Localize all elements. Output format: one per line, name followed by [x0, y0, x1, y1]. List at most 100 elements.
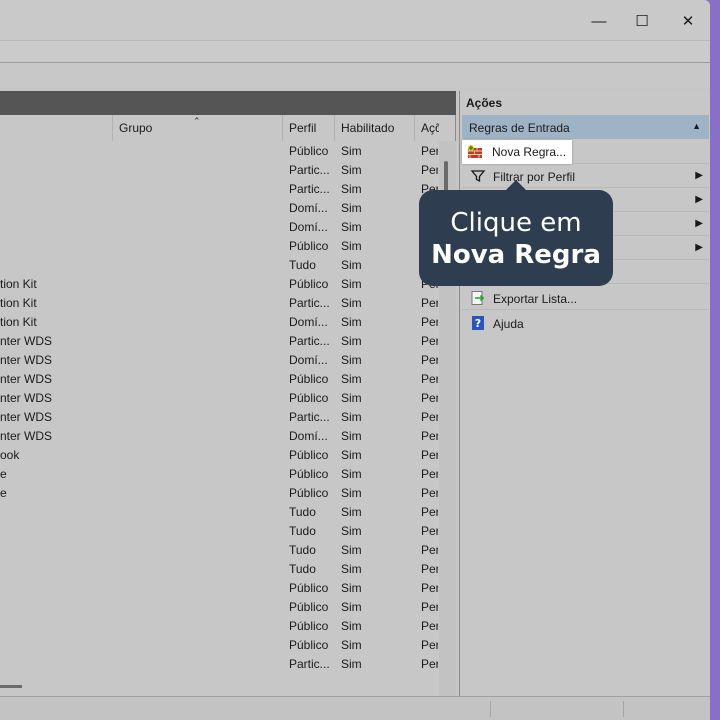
column-header-profile[interactable]: Perfil: [283, 115, 335, 141]
table-row[interactable]: PúblicoSimPer: [0, 616, 438, 635]
cell-enabled: Sim: [341, 600, 362, 614]
menu-bar: [0, 40, 710, 62]
actions-section-header[interactable]: Regras de Entrada ▲: [462, 115, 709, 139]
table-row[interactable]: TudoSimPer: [0, 502, 438, 521]
cell-action: Per: [421, 638, 438, 652]
column-header-enabled[interactable]: Habilitado: [335, 115, 415, 141]
action-filter-by-profile[interactable]: Filtrar por Perfil ▶: [462, 164, 709, 188]
table-row[interactable]: TudoSimPer: [0, 559, 438, 578]
column-header-action-label: Açõ: [421, 121, 439, 135]
sort-ascending-icon: ⌃: [193, 116, 201, 126]
cell-profile: Tudo: [289, 524, 316, 538]
close-button[interactable]: ✕: [675, 8, 701, 34]
cell-enabled: Sim: [341, 581, 362, 595]
status-divider: [623, 701, 624, 717]
cell-profile: Público: [289, 581, 329, 595]
action-help[interactable]: ? Ajuda: [462, 311, 709, 335]
cell-enabled: Sim: [341, 201, 362, 215]
cell-enabled: Sim: [341, 543, 362, 557]
table-row[interactable]: nter WDS Partic... Sim Per: [0, 407, 438, 426]
cell-profile: Tudo: [289, 505, 316, 519]
table-row[interactable]: nter WDS Domí... Sim Per: [0, 426, 438, 445]
column-header-name[interactable]: [0, 115, 113, 141]
help-icon: ?: [470, 315, 486, 331]
cell-name: nter WDS: [0, 410, 53, 424]
table-row[interactable]: PúblicoSimPer: [0, 141, 438, 160]
filter-icon: [470, 168, 486, 184]
action-help-label: Ajuda: [493, 317, 524, 331]
table-row[interactable]: nter WDS Domí... Sim Per: [0, 350, 438, 369]
actions-pane: Ações Regras de Entrada ▲ Filtrar por Pe…: [459, 91, 710, 696]
table-row[interactable]: PúblicoSimPer: [0, 236, 438, 255]
status-divider: [490, 701, 491, 717]
cell-profile: Público: [289, 144, 329, 158]
cell-action: Per: [421, 543, 438, 557]
action-export-list[interactable]: Exportar Lista...: [462, 286, 709, 310]
table-row[interactable]: nter WDS Público Sim Per: [0, 369, 438, 388]
table-row[interactable]: nter WDS Público Sim Per: [0, 388, 438, 407]
table-row[interactable]: Partic... Sim Per: [0, 160, 438, 179]
cell-action: Per: [421, 619, 438, 633]
table-row[interactable]: e Público Sim Per: [0, 483, 438, 502]
cell-profile: Público: [289, 638, 329, 652]
cell-enabled: Sim: [341, 505, 362, 519]
table-row[interactable]: Partic... Sim Per: [0, 179, 438, 198]
maximize-button[interactable]: ☐: [629, 8, 655, 34]
collapse-up-icon[interactable]: ▲: [692, 121, 701, 131]
minimize-button[interactable]: —: [586, 8, 612, 34]
horizontal-scrollbar-thumb[interactable]: [0, 685, 22, 688]
new-rule-icon: [467, 144, 483, 160]
cell-enabled: Sim: [341, 619, 362, 633]
export-icon: [470, 290, 486, 306]
table-row[interactable]: Domí...SimPer: [0, 217, 438, 236]
cell-action: Per: [421, 600, 438, 614]
cell-profile: Público: [289, 239, 329, 253]
cell-profile: Domí...: [289, 353, 328, 367]
cell-profile: Público: [289, 600, 329, 614]
cell-action: Per: [421, 581, 438, 595]
cell-enabled: Sim: [341, 486, 362, 500]
cell-profile: Público: [289, 448, 329, 462]
table-row[interactable]: Público Sim Per: [0, 635, 438, 654]
cell-enabled: Sim: [341, 372, 362, 386]
cell-enabled: Sim: [341, 467, 362, 481]
table-row[interactable]: TudoSimPer: [0, 540, 438, 559]
cell-action: Per: [421, 410, 438, 424]
column-header-enabled-label: Habilitado: [341, 121, 395, 135]
cell-name: tion Kit: [0, 277, 37, 291]
cell-name: nter WDS: [0, 334, 53, 348]
table-row[interactable]: e Público Sim Per: [0, 464, 438, 483]
cell-enabled: Sim: [341, 144, 362, 158]
table-row[interactable]: TudoSimPer: [0, 521, 438, 540]
table-row[interactable]: Público Sim Per: [0, 597, 438, 616]
cell-name: e: [0, 486, 7, 500]
cell-enabled: Sim: [341, 562, 362, 576]
table-row[interactable]: tion KitPúblicoSimPer: [0, 274, 438, 293]
submenu-arrow-icon: ▶: [695, 242, 703, 253]
table-row[interactable]: tion Kit Partic... Sim Per: [0, 293, 438, 312]
cell-action: Per: [421, 334, 438, 348]
cell-name: nter WDS: [0, 391, 53, 405]
cell-enabled: Sim: [341, 334, 362, 348]
table-row[interactable]: Público Sim Per: [0, 578, 438, 597]
cell-profile: Domí...: [289, 201, 328, 215]
callout-line-1: Clique em: [450, 208, 582, 238]
new-rule-label: Nova Regra...: [492, 145, 567, 159]
table-row[interactable]: ook Público Sim Per: [0, 445, 438, 464]
cell-enabled: Sim: [341, 353, 362, 367]
table-row[interactable]: tion Kit Domí... Sim Per: [0, 312, 438, 331]
cell-enabled: Sim: [341, 220, 362, 234]
cell-profile: Partic...: [289, 410, 330, 424]
new-rule-highlight[interactable]: Nova Regra...: [462, 140, 572, 164]
column-header-action[interactable]: Açõ: [415, 115, 439, 141]
table-row[interactable]: TudoSimPer: [0, 255, 438, 274]
cell-action: Per: [421, 353, 438, 367]
cell-action: Per: [421, 391, 438, 405]
actions-section-label: Regras de Entrada: [469, 121, 570, 135]
cell-enabled: Sim: [341, 429, 362, 443]
table-row[interactable]: Domí...SimPer: [0, 198, 438, 217]
table-row[interactable]: Partic... Sim Per: [0, 654, 438, 673]
firewall-window: — ☐ ✕ Grupo Perfil Habilitado Açõ ⌃ Públ…: [0, 0, 710, 720]
table-row[interactable]: nter WDS Partic... Sim Per: [0, 331, 438, 350]
cell-enabled: Sim: [341, 638, 362, 652]
